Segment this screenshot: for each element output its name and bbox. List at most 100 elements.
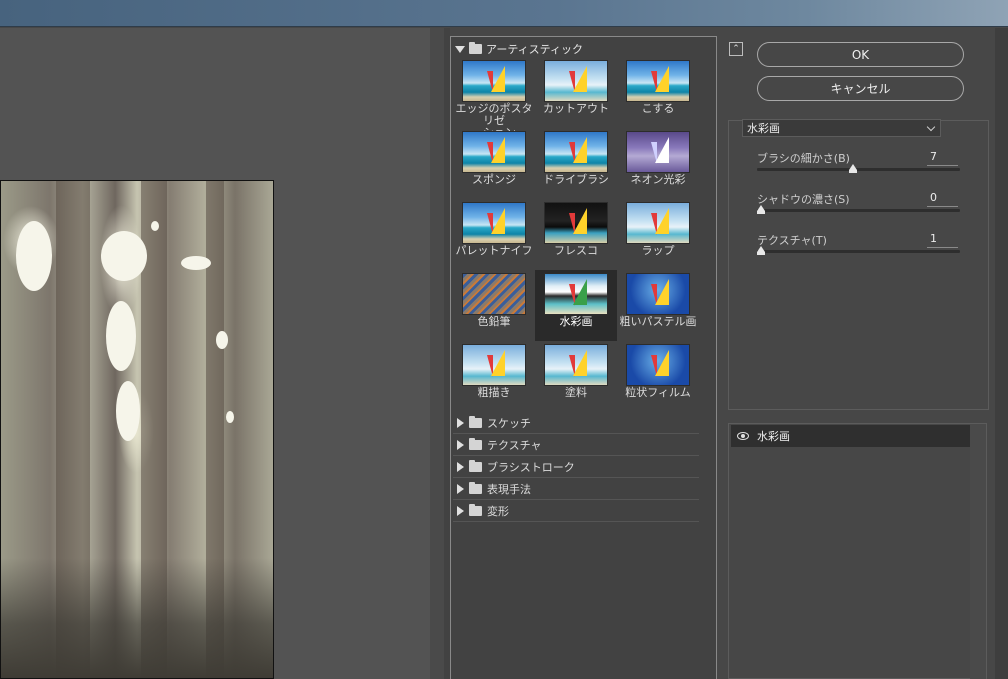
filter-label: パレットナイフ — [455, 244, 533, 257]
param-label: テクスチャ(T) — [757, 234, 827, 247]
filter-thumbnail-grid: エッジのポスタリゼ ーションカットアウト こするスポンジ ドライブラシ ネオン光彩パレ… — [453, 57, 699, 412]
category-artistic[interactable]: アーティスティック — [455, 41, 583, 57]
filter-label: ドライブラシ — [543, 173, 609, 186]
filter-preview-image — [544, 60, 608, 102]
filter-thumbnail[interactable]: エッジのポスタリゼ ーション — [453, 57, 535, 139]
filter-label: 塗料 — [565, 386, 587, 399]
effect-layers-panel: 水彩画 — [728, 423, 987, 679]
effect-layer-name: 水彩画 — [757, 430, 790, 443]
filter-preview-image — [626, 131, 690, 173]
filter-select-value: 水彩画 — [747, 122, 780, 135]
filter-label: こする — [641, 102, 675, 115]
filter-preview-image — [462, 273, 526, 315]
filter-preview-image — [462, 131, 526, 173]
filter-preview-image — [626, 273, 690, 315]
visibility-eye-icon[interactable] — [737, 432, 749, 440]
filter-thumbnail[interactable]: ラップ — [617, 199, 699, 270]
preview-scrollbar[interactable] — [430, 28, 444, 679]
filter-label: フレスコ — [554, 244, 598, 257]
expand-right-icon — [457, 483, 464, 494]
category-row[interactable]: ブラシストローク — [453, 456, 699, 478]
slider-knob[interactable] — [757, 246, 765, 255]
filter-label: ネオン光彩 — [630, 173, 686, 186]
folder-icon — [469, 481, 482, 494]
filter-label: 色鉛筆 — [477, 315, 511, 328]
filter-thumbnail[interactable]: 水彩画 — [535, 270, 617, 341]
effect-layer-row[interactable]: 水彩画 — [731, 425, 971, 447]
param-value-input[interactable]: 0 — [927, 191, 958, 207]
filter-thumbnail[interactable]: 粒状フィルム — [617, 341, 699, 412]
category-label: ブラシストローク — [487, 460, 575, 474]
filter-label: 粗描き — [477, 386, 511, 399]
category-label: 表現手法 — [487, 482, 531, 496]
filter-preview-image — [462, 344, 526, 386]
filter-preview-image — [544, 344, 608, 386]
category-row[interactable]: 変形 — [453, 500, 699, 522]
slider-track[interactable] — [757, 250, 960, 253]
expand-right-icon — [457, 417, 464, 428]
filter-preview-image — [626, 60, 690, 102]
filter-gallery: アーティスティック エッジのポスタリゼ ーションカットアウト こするスポンジ ドライ… — [450, 36, 717, 679]
filter-preview-image — [544, 202, 608, 244]
filter-thumbnail[interactable]: 塗料 — [535, 341, 617, 412]
filter-preview-image — [462, 202, 526, 244]
category-label: テクスチャ — [487, 438, 542, 452]
param-label: ブラシの細かさ(B) — [757, 152, 850, 165]
expand-right-icon — [457, 461, 464, 472]
cancel-button[interactable]: キャンセル — [757, 76, 964, 101]
filter-thumbnail[interactable]: 粗描き — [453, 341, 535, 412]
filter-thumbnail[interactable]: ドライブラシ — [535, 128, 617, 199]
slider-track[interactable] — [757, 168, 960, 171]
param-value-input[interactable]: 7 — [927, 150, 958, 166]
expand-down-icon — [455, 45, 465, 53]
filter-preview-image — [462, 60, 526, 102]
filter-thumbnail[interactable]: フレスコ — [535, 199, 617, 270]
layers-scrollbar[interactable] — [970, 424, 986, 679]
window-title-bar — [0, 0, 1008, 27]
filter-preview-image — [626, 202, 690, 244]
filter-label: 粗いパステル画 — [619, 315, 697, 328]
filter-thumbnail[interactable]: カットアウト — [535, 57, 617, 128]
preview-image — [0, 180, 274, 679]
chevron-down-icon — [926, 122, 936, 131]
expand-right-icon — [457, 439, 464, 450]
dialog-scrollbar[interactable] — [995, 28, 1008, 679]
slider-track[interactable] — [757, 209, 960, 212]
filter-label: 粒状フィルム — [625, 386, 691, 399]
category-label: スケッチ — [487, 416, 531, 430]
expand-right-icon — [457, 505, 464, 516]
category-label: アーティスティック — [486, 43, 584, 56]
folder-icon — [469, 437, 482, 450]
slider-knob[interactable] — [757, 205, 765, 214]
ok-button[interactable]: OK — [757, 42, 964, 67]
category-row[interactable]: 表現手法 — [453, 478, 699, 500]
filter-preview-image — [626, 344, 690, 386]
folder-icon — [469, 415, 482, 428]
collapse-icon: ⌃ — [732, 43, 740, 54]
folder-icon — [469, 42, 482, 54]
category-row[interactable]: スケッチ — [453, 412, 699, 434]
param-value-input[interactable]: 1 — [927, 232, 958, 248]
preview-pane[interactable] — [0, 28, 444, 679]
folder-icon — [469, 503, 482, 516]
filter-thumbnail[interactable]: 粗いパステル画 — [617, 270, 699, 341]
filter-thumbnail[interactable]: パレットナイフ — [453, 199, 535, 270]
filter-thumbnail[interactable]: こする — [617, 57, 699, 128]
filter-select[interactable]: 水彩画 — [742, 119, 941, 137]
category-row[interactable]: テクスチャ — [453, 434, 699, 456]
slider-knob[interactable] — [848, 164, 857, 173]
category-label: 変形 — [487, 504, 509, 518]
category-list: スケッチテクスチャブラシストローク 表現手法変形 — [453, 412, 699, 522]
filter-label: スポンジ — [472, 173, 516, 186]
filter-thumbnail[interactable]: スポンジ — [453, 128, 535, 199]
filter-label: 水彩画 — [559, 315, 593, 328]
folder-icon — [469, 459, 482, 472]
filter-thumbnail[interactable]: ネオン光彩 — [617, 128, 699, 199]
filter-label: カットアウト — [543, 102, 609, 115]
filter-label: ラップ — [641, 244, 675, 257]
param-label: シャドウの濃さ(S) — [757, 193, 850, 206]
filter-preview-image — [544, 273, 608, 315]
filter-thumbnail[interactable]: 色鉛筆 — [453, 270, 535, 341]
filter-preview-image — [544, 131, 608, 173]
collapse-gallery-button[interactable]: ⌃ — [729, 42, 743, 56]
